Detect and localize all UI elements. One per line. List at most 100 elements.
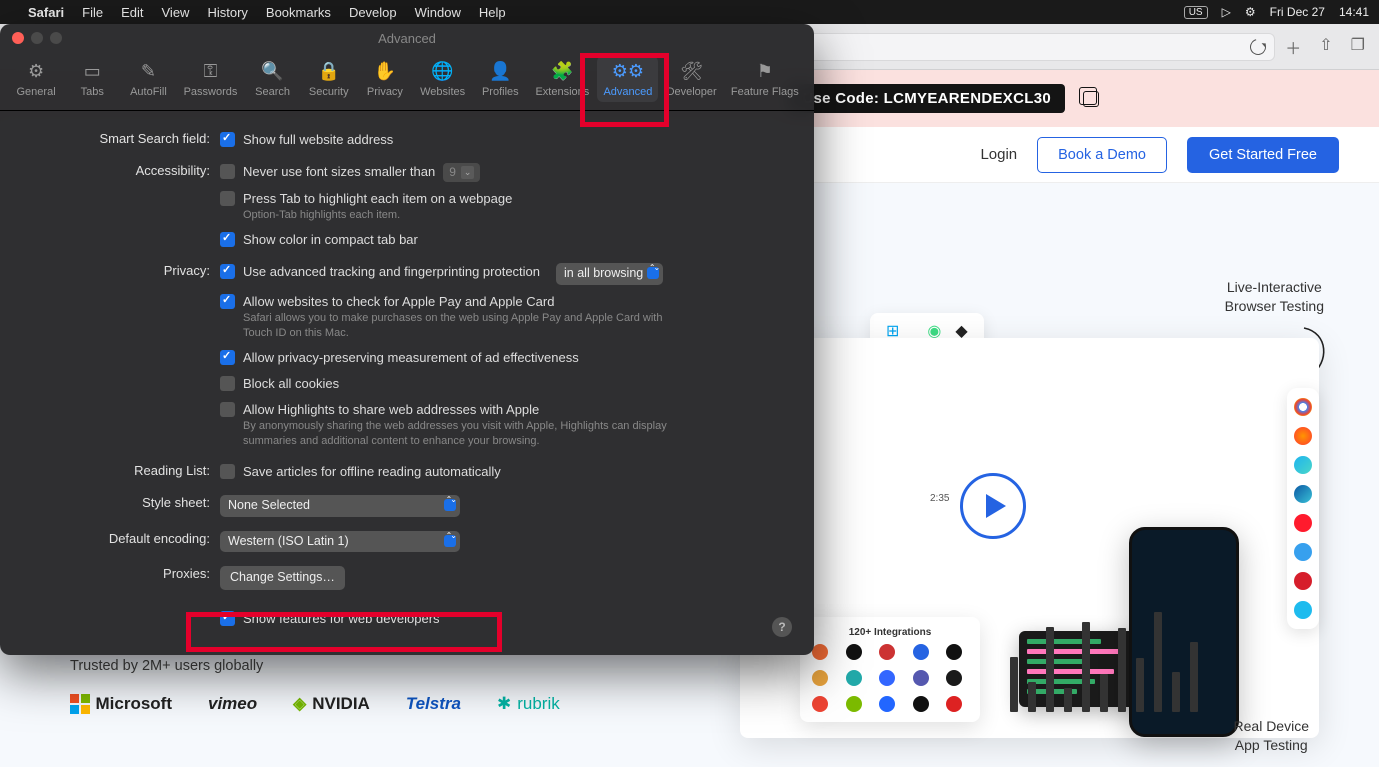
sub-tab-highlight: Option-Tab highlights each item. bbox=[243, 208, 512, 223]
book-demo-button[interactable]: Book a Demo bbox=[1037, 137, 1167, 173]
tab-privacy[interactable]: ✋Privacy bbox=[358, 56, 412, 102]
menu-history[interactable]: History bbox=[207, 5, 247, 20]
opt-highlights-share: Allow Highlights to share web addresses … bbox=[243, 401, 673, 419]
opt-tab-highlight: Press Tab to highlight each item on a we… bbox=[243, 190, 512, 208]
checkbox-apple-pay[interactable] bbox=[220, 294, 235, 309]
tab-security[interactable]: 🔒Security bbox=[302, 56, 356, 102]
sub-apple-pay: Safari allows you to make purchases on t… bbox=[243, 311, 673, 341]
checkbox-block-cookies[interactable] bbox=[220, 376, 235, 391]
label-smart-search: Smart Search field: bbox=[34, 131, 220, 149]
checkbox-adv-tracking[interactable] bbox=[220, 264, 235, 279]
copy-icon[interactable] bbox=[1083, 91, 1099, 107]
checkbox-ad-measure[interactable] bbox=[220, 350, 235, 365]
person-icon: 👤 bbox=[489, 60, 511, 82]
tab-tabs[interactable]: ▭Tabs bbox=[65, 56, 119, 102]
select-stylesheet[interactable]: None Selected bbox=[220, 495, 460, 517]
get-started-button[interactable]: Get Started Free bbox=[1187, 137, 1339, 173]
menu-help[interactable]: Help bbox=[479, 5, 506, 20]
trusted-heading: Trusted by 2M+ users globally bbox=[70, 658, 560, 674]
tab-websites[interactable]: 🌐Websites bbox=[414, 56, 471, 102]
opt-web-dev: Show features for web developers bbox=[243, 610, 440, 628]
opera-icon bbox=[1294, 514, 1312, 532]
select-tracking-scope[interactable]: in all browsing bbox=[556, 263, 663, 285]
menu-window[interactable]: Window bbox=[415, 5, 461, 20]
menubar-date[interactable]: Fri Dec 27 bbox=[1270, 5, 1325, 19]
prefs-toolbar: ⚙General ▭Tabs ✎AutoFill ⚿Passwords 🔍Sea… bbox=[0, 52, 814, 111]
opt-offline-reading: Save articles for offline reading automa… bbox=[243, 463, 501, 481]
font-size-stepper[interactable]: 9⌄ bbox=[443, 163, 480, 182]
trusted-section: Trusted by 2M+ users globally Microsoft … bbox=[70, 658, 560, 714]
puzzle-icon: 🧩 bbox=[551, 60, 573, 82]
control-center-icon[interactable]: ⚙ bbox=[1245, 5, 1256, 19]
input-source-indicator[interactable]: US bbox=[1184, 6, 1208, 19]
opt-full-address: Show full website address bbox=[243, 131, 393, 149]
video-time: 2:35 bbox=[930, 493, 949, 504]
zoom-icon[interactable] bbox=[50, 32, 62, 44]
help-button[interactable]: ? bbox=[772, 617, 792, 637]
menu-bookmarks[interactable]: Bookmarks bbox=[266, 5, 331, 20]
checkbox-web-dev[interactable] bbox=[220, 611, 235, 626]
menu-view[interactable]: View bbox=[162, 5, 190, 20]
minimize-icon[interactable] bbox=[31, 32, 43, 44]
wrench-icon: 🛠 bbox=[680, 60, 703, 82]
opt-block-cookies: Block all cookies bbox=[243, 375, 339, 393]
menu-file[interactable]: File bbox=[82, 5, 103, 20]
checkbox-compact-color[interactable] bbox=[220, 232, 235, 247]
close-icon[interactable] bbox=[12, 32, 24, 44]
gears-icon: ⚙⚙ bbox=[612, 60, 644, 82]
change-settings-button[interactable]: Change Settings… bbox=[220, 566, 345, 590]
sub-highlights-share: By anonymously sharing the web addresses… bbox=[243, 419, 673, 449]
logo-nvidia: ◈NVIDIA bbox=[293, 694, 370, 714]
app-name[interactable]: Safari bbox=[28, 5, 64, 20]
checkbox-tab-highlight[interactable] bbox=[220, 191, 235, 206]
lock-icon: 🔒 bbox=[318, 60, 340, 82]
opt-min-font: Never use font sizes smaller than bbox=[243, 163, 435, 181]
reload-icon[interactable] bbox=[1247, 36, 1269, 58]
safari-icon bbox=[1294, 456, 1312, 474]
menu-develop[interactable]: Develop bbox=[349, 5, 397, 20]
checkbox-min-font[interactable] bbox=[220, 164, 235, 179]
checkbox-highlights-share[interactable] bbox=[220, 402, 235, 417]
logo-telstra: Telstra bbox=[406, 694, 461, 714]
tab-search[interactable]: 🔍Search bbox=[246, 56, 300, 102]
tab-developer[interactable]: 🛠Developer bbox=[661, 56, 723, 102]
pencil-icon: ✎ bbox=[141, 60, 156, 82]
login-link[interactable]: Login bbox=[980, 146, 1017, 163]
tab-feature-flags[interactable]: ⚑Feature Flags bbox=[725, 56, 805, 102]
hero-label-app-testing: Real Device App Testing bbox=[1234, 717, 1309, 755]
key-icon: ⚿ bbox=[204, 60, 218, 82]
share-icon[interactable]: ⇧ bbox=[1319, 35, 1332, 59]
integrations-card: 120+ Integrations bbox=[800, 617, 980, 722]
play-button[interactable] bbox=[960, 473, 1026, 539]
battery-icon[interactable]: ▷ bbox=[1222, 5, 1231, 19]
checkbox-full-address[interactable] bbox=[220, 132, 235, 147]
checkbox-offline-reading[interactable] bbox=[220, 464, 235, 479]
logo-rubrik: ✱rubrik bbox=[497, 694, 560, 714]
select-encoding[interactable]: Western (ISO Latin 1) bbox=[220, 531, 460, 553]
gear-icon: ⚙ bbox=[28, 60, 44, 82]
tab-advanced[interactable]: ⚙⚙Advanced bbox=[597, 56, 658, 102]
hand-icon: ✋ bbox=[374, 60, 396, 82]
chrome-icon bbox=[1294, 398, 1312, 416]
tab-autofill[interactable]: ✎AutoFill bbox=[121, 56, 175, 102]
menubar-time[interactable]: 14:41 bbox=[1339, 5, 1369, 19]
safari-preferences-window: Advanced ⚙General ▭Tabs ✎AutoFill ⚿Passw… bbox=[0, 24, 814, 655]
tab-profiles[interactable]: 👤Profiles bbox=[473, 56, 527, 102]
bar-chart-decor bbox=[1010, 612, 1198, 712]
tab-extensions[interactable]: 🧩Extensions bbox=[529, 56, 595, 102]
tab-general[interactable]: ⚙General bbox=[9, 56, 63, 102]
logo-vimeo: vimeo bbox=[208, 694, 257, 714]
opt-ad-measure: Allow privacy-preserving measurement of … bbox=[243, 349, 579, 367]
edge-icon bbox=[1294, 485, 1312, 503]
tabs-overview-icon[interactable]: ❐ bbox=[1351, 35, 1365, 59]
integrations-title: 120+ Integrations bbox=[812, 627, 968, 638]
firefox-icon bbox=[1294, 427, 1312, 445]
search-icon: 🔍 bbox=[261, 60, 283, 82]
new-tab-button[interactable]: ＋ bbox=[1285, 35, 1301, 59]
window-traffic-lights[interactable] bbox=[12, 32, 62, 44]
globe-icon: 🌐 bbox=[431, 60, 453, 82]
label-proxies: Proxies: bbox=[34, 566, 220, 590]
tab-passwords[interactable]: ⚿Passwords bbox=[178, 56, 244, 102]
menu-edit[interactable]: Edit bbox=[121, 5, 143, 20]
browser-icon bbox=[1294, 543, 1312, 561]
